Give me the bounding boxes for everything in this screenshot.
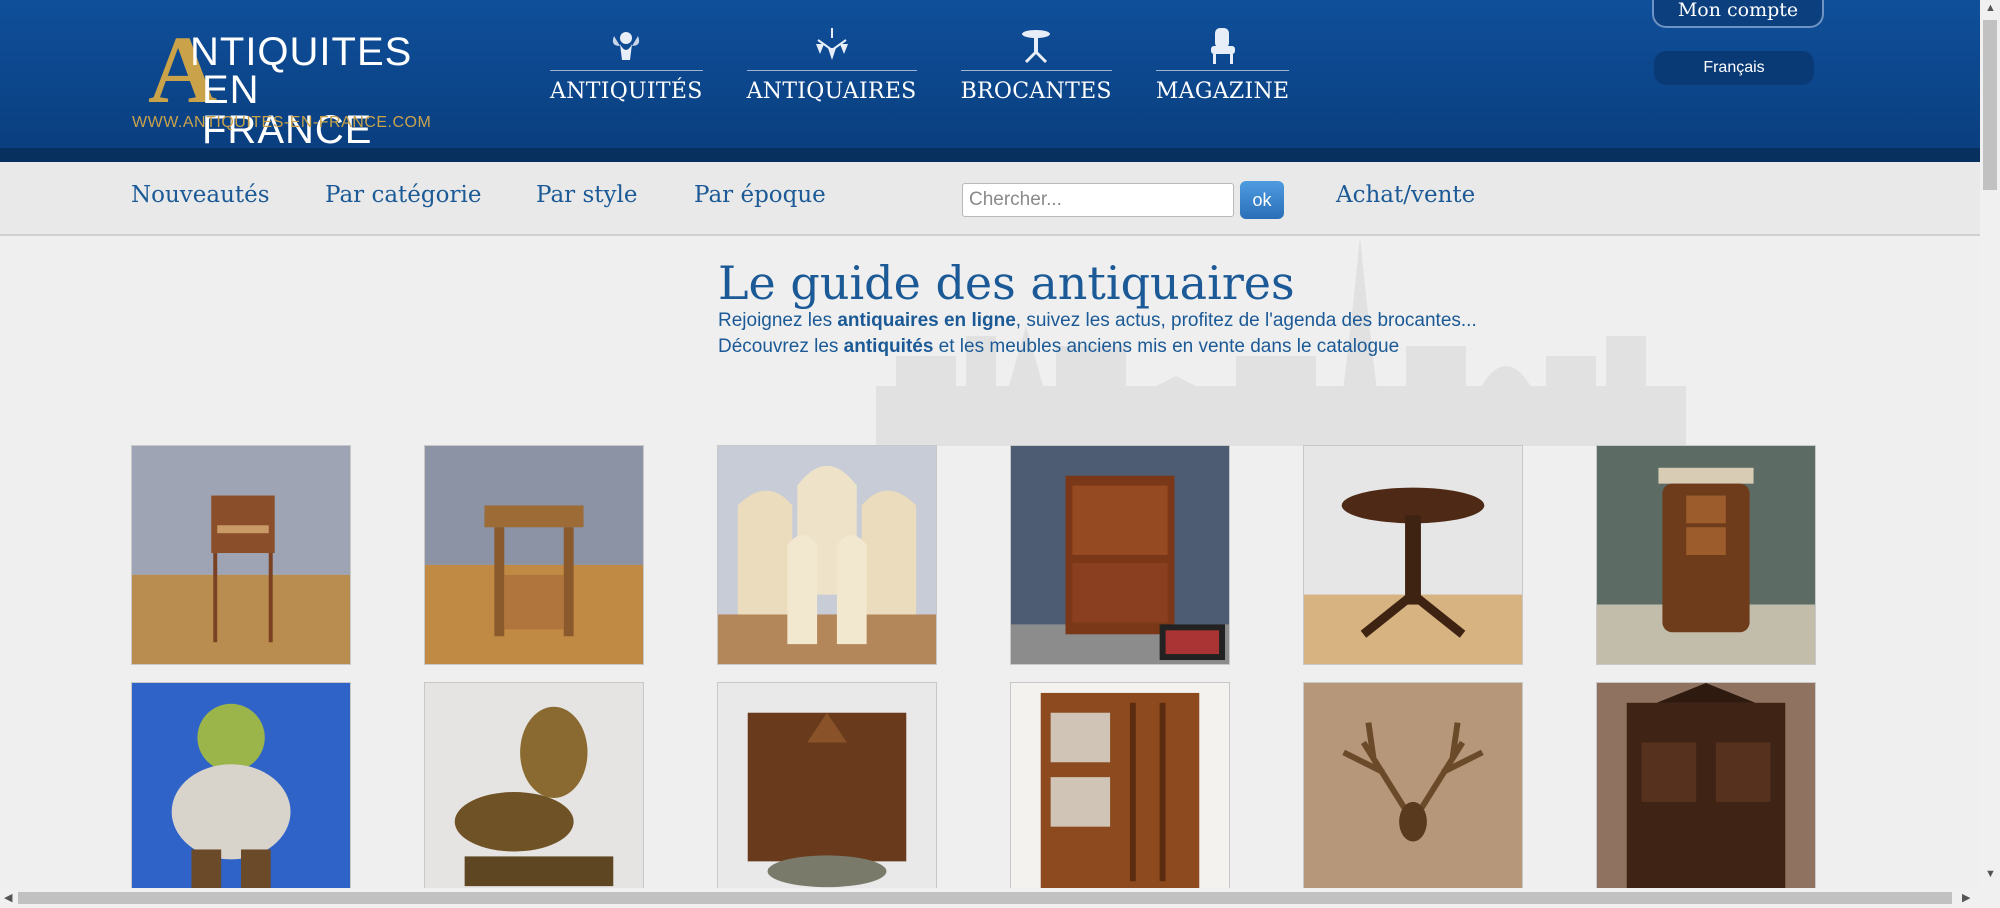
nightstand-image (1597, 446, 1815, 664)
logo-line-1: NTIQUITES (190, 30, 413, 74)
pedestal-table-icon (1022, 30, 1051, 64)
intro-text-part: Découvrez les (718, 336, 844, 357)
intro-line-2: Découvrez les antiquités et les meubles … (718, 334, 1477, 360)
carved-box-image (718, 683, 936, 901)
nav-label: ANTIQUITÉS (550, 79, 703, 104)
sub-nav: Nouveautés Par catégorie Par style Par é… (0, 162, 1980, 236)
art-deco-table-image (425, 446, 643, 664)
product-thumb[interactable] (424, 682, 644, 902)
scroll-left-icon[interactable]: ◀ (4, 891, 12, 904)
product-thumb[interactable] (131, 445, 351, 665)
product-thumb[interactable] (424, 445, 644, 665)
account-button[interactable]: Mon compte (1652, 0, 1824, 28)
revolving-bookcase-image (1011, 683, 1229, 901)
intro-text-part: Rejoignez les (718, 310, 838, 331)
nav-antiquaires[interactable]: ANTIQUAIRES (746, 26, 917, 104)
round-table-image (1304, 446, 1522, 664)
horizontal-scrollbar[interactable]: ◀ ▶ (0, 888, 2000, 908)
subnav-par-categorie[interactable]: Par catégorie (325, 182, 481, 208)
carved-buffet-image (1597, 683, 1815, 901)
subnav-par-style[interactable]: Par style (536, 182, 637, 208)
shrek-statue-image (132, 683, 350, 901)
scroll-right-icon[interactable]: ▶ (1962, 891, 1970, 904)
antiquaires-en-ligne-link[interactable]: antiquaires en ligne (837, 310, 1015, 331)
product-thumb[interactable] (1303, 445, 1523, 665)
product-thumb[interactable] (1303, 682, 1523, 902)
product-thumb[interactable] (717, 682, 937, 902)
secretary-desk-image (1011, 446, 1229, 664)
subnav-achat-vente[interactable]: Achat/vente (1336, 182, 1475, 208)
nav-divider (960, 70, 1112, 71)
nav-antiquites[interactable]: ANTIQUITÉS (550, 26, 703, 104)
intro-text-part: et les meubles anciens mis en vente dans… (933, 336, 1400, 357)
page-title: Le guide des antiquaires (718, 256, 1295, 310)
nav-label: BROCANTES (960, 79, 1112, 104)
nav-divider (746, 70, 917, 71)
horizontal-scroll-thumb[interactable] (18, 892, 1952, 904)
nav-divider (1155, 70, 1290, 71)
scroll-up-icon[interactable]: ▲ (1985, 2, 1996, 14)
intro-text-part: , suivez les actus, profitez de l'agenda… (1015, 310, 1477, 331)
subnav-nouveautes[interactable]: Nouveautés (131, 182, 270, 208)
nav-brocantes[interactable]: BROCANTES (960, 26, 1112, 104)
product-thumb[interactable] (1010, 445, 1230, 665)
product-thumb[interactable] (1596, 445, 1816, 665)
bronze-rats-image (425, 683, 643, 901)
product-thumb[interactable] (1010, 682, 1230, 902)
nav-label: MAGAZINE (1155, 79, 1290, 104)
search-ok-button[interactable]: ok (1240, 181, 1284, 219)
side-table-image (132, 446, 350, 664)
nav-label: ANTIQUAIRES (746, 79, 917, 104)
subnav-par-epoque[interactable]: Par époque (694, 182, 826, 208)
vertical-scroll-thumb[interactable] (1983, 20, 1997, 190)
chandelier-icon (815, 28, 848, 60)
logo-url: WWW.ANTIQUITES-EN-FRANCE.COM (132, 114, 432, 131)
product-thumb[interactable] (1596, 682, 1816, 902)
product-thumb[interactable] (131, 682, 351, 902)
intro-text: Rejoignez les antiquaires en ligne, suiv… (718, 308, 1477, 360)
product-thumb[interactable] (717, 445, 937, 665)
nav-magazine[interactable]: MAGAZINE (1155, 26, 1290, 104)
deer-antlers-image (1304, 683, 1522, 901)
language-selector[interactable]: Français (1654, 51, 1814, 85)
antiquites-link[interactable]: antiquités (844, 336, 934, 357)
site-header: A NTIQUITES EN FRANCE WWW.ANTIQUITES-EN-… (0, 0, 1980, 162)
nav-divider (550, 70, 703, 71)
logo-line-2: EN FRANCE (202, 68, 373, 152)
armchair-icon (1210, 28, 1235, 64)
scroll-down-icon[interactable]: ▼ (1985, 868, 1996, 880)
vertical-scrollbar[interactable]: ▲ ▼ (1980, 0, 2000, 888)
search-input[interactable] (962, 183, 1234, 217)
main-content: Le guide des antiquaires Rejoignez les a… (0, 236, 1980, 902)
main-nav: ANTIQUITÉS ANTIQUAIRES BROCANTES MAGAZIN… (550, 26, 1290, 104)
cherub-icon (613, 32, 640, 60)
intro-line-1: Rejoignez les antiquaires en ligne, suiv… (718, 308, 1477, 334)
chairs-set-image (718, 446, 936, 664)
site-logo[interactable]: A NTIQUITES EN FRANCE WWW.ANTIQUITES-EN-… (130, 22, 440, 151)
